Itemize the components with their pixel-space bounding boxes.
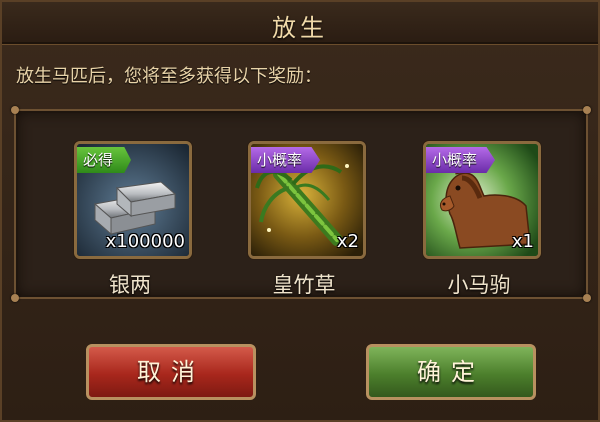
low-chance-tag: 小概率 [251, 147, 321, 173]
panel-corner-rivet [11, 294, 19, 302]
reward-quantity: x100000 [105, 231, 185, 252]
panel-corner-rivet [11, 106, 19, 114]
reward-item-pony[interactable]: 小概率 x1 小马驹 [423, 141, 541, 299]
dialog-description: 放生马匹后，您将至多获得以下奖励： [16, 66, 322, 87]
dialog-title: 放生 [272, 14, 328, 42]
reward-item-bamboo-grass[interactable]: 小概率 x2 皇竹草 [248, 141, 366, 299]
guaranteed-tag: 必得 [77, 147, 132, 173]
confirm-button[interactable]: 确定 [366, 344, 536, 400]
reward-item-silver[interactable]: 必得 x100000 银两 [74, 141, 192, 299]
reward-panel: 必得 x100000 银两 小概率 x2 皇竹草 小概率 x1 小马驹 [11, 106, 591, 302]
title-bar: 放生 [2, 2, 598, 45]
release-dialog: 放生 放生马匹后，您将至多获得以下奖励： 必得 x100000 银两 小概率 x… [0, 0, 600, 422]
reward-name: 银两 [109, 273, 151, 297]
cancel-button[interactable]: 取消 [86, 344, 256, 400]
reward-card[interactable]: 小概率 [423, 141, 541, 259]
reward-card[interactable]: 必得 x100000 [74, 141, 192, 259]
reward-quantity: x1 [511, 231, 534, 252]
reward-name: 小马驹 [447, 273, 511, 297]
reward-name: 皇竹草 [272, 273, 336, 297]
low-chance-tag: 小概率 [426, 147, 496, 173]
panel-corner-rivet [583, 294, 591, 302]
panel-corner-rivet [583, 106, 591, 114]
reward-card[interactable]: 小概率 [248, 141, 366, 259]
reward-quantity: x2 [336, 231, 359, 252]
